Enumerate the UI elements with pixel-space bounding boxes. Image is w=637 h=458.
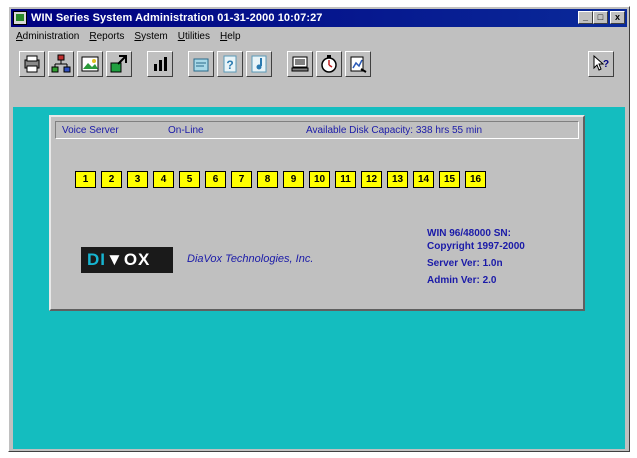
chart-tool-icon (350, 56, 367, 73)
disk-capacity: Available Disk Capacity: 338 hrs 55 min (306, 124, 483, 136)
menu-system[interactable]: System (129, 31, 172, 42)
channel-8-button[interactable]: 8 (257, 171, 278, 188)
svg-text:?: ? (226, 58, 233, 72)
svg-text:?: ? (603, 59, 609, 70)
note-icon (251, 55, 267, 73)
copyright: Copyright 1997-2000 (427, 241, 525, 252)
network-button[interactable] (48, 51, 74, 77)
terminal-button[interactable] (287, 51, 313, 77)
bar-chart-icon (154, 57, 167, 71)
channel-12-button[interactable]: 12 (361, 171, 382, 188)
channel-4-button[interactable]: 4 (153, 171, 174, 188)
context-help-button[interactable]: ? (588, 51, 614, 77)
toolbar: ? ? (11, 47, 627, 81)
channel-13-button[interactable]: 13 (387, 171, 408, 188)
main-window: WIN Series System Administration 01-31-2… (8, 6, 630, 452)
printer-icon (24, 55, 40, 73)
minimize-button[interactable]: _ (578, 11, 593, 24)
network-icon (51, 54, 71, 73)
channel-9-button[interactable]: 9 (283, 171, 304, 188)
menu-bar: Administration Reports System Utilities … (11, 28, 627, 44)
channel-10-button[interactable]: 10 (309, 171, 330, 188)
terminal-icon (291, 56, 309, 72)
server-label: Voice Server (62, 124, 119, 136)
help-question-button[interactable]: ? (217, 51, 243, 77)
menu-help[interactable]: Help (215, 31, 246, 42)
help-question-icon: ? (223, 55, 237, 73)
chart-tool-button[interactable] (345, 51, 371, 77)
channel-11-button[interactable]: 11 (335, 171, 356, 188)
channel-16-button[interactable]: 16 (465, 171, 486, 188)
diavox-logo: DI ▼OX (81, 247, 173, 273)
title-bar[interactable]: WIN Series System Administration 01-31-2… (11, 9, 627, 27)
note-button[interactable] (246, 51, 272, 77)
window-controls: _ □ x (578, 11, 625, 24)
channel-14-button[interactable]: 14 (413, 171, 434, 188)
menu-administration[interactable]: Administration (11, 31, 84, 42)
model-serial: WIN 96/48000 SN: (427, 228, 511, 239)
statistics-button[interactable] (147, 51, 173, 77)
server-status-panel: Voice Server On-Line Available Disk Capa… (49, 115, 585, 311)
server-version: Server Ver: 1.0n (427, 258, 503, 269)
status-bar: Voice Server On-Line Available Disk Capa… (55, 121, 579, 139)
app-icon[interactable] (13, 11, 27, 25)
company-name: DiaVox Technologies, Inc. (187, 253, 314, 265)
client-area: Voice Server On-Line Available Disk Capa… (13, 107, 625, 449)
clock-button[interactable] (316, 51, 342, 77)
clock-icon (321, 55, 337, 73)
server-state: On-Line (168, 124, 204, 136)
transfer-icon (110, 55, 127, 73)
channel-row: 1 2 3 4 5 6 7 8 9 10 11 12 13 14 15 16 (75, 171, 486, 188)
context-help-icon: ? (593, 54, 609, 71)
channel-5-button[interactable]: 5 (179, 171, 200, 188)
window-title: WIN Series System Administration 01-31-2… (31, 12, 323, 24)
channel-6-button[interactable]: 6 (205, 171, 226, 188)
transfer-button[interactable] (106, 51, 132, 77)
open-file-button[interactable] (188, 51, 214, 77)
close-button[interactable]: x (610, 11, 625, 24)
channel-1-button[interactable]: 1 (75, 171, 96, 188)
version-info: WIN 96/48000 SN: Copyright 1997-2000 Ser… (427, 227, 525, 287)
admin-version: Admin Ver: 2.0 (427, 275, 497, 286)
menu-utilities[interactable]: Utilities (173, 31, 215, 42)
image-button[interactable] (77, 51, 103, 77)
open-file-icon (193, 58, 209, 72)
channel-7-button[interactable]: 7 (231, 171, 252, 188)
channel-2-button[interactable]: 2 (101, 171, 122, 188)
image-icon (81, 56, 99, 72)
maximize-button[interactable]: □ (593, 11, 608, 24)
channel-15-button[interactable]: 15 (439, 171, 460, 188)
menu-reports[interactable]: Reports (84, 31, 129, 42)
channel-3-button[interactable]: 3 (127, 171, 148, 188)
printer-button[interactable] (19, 51, 45, 77)
